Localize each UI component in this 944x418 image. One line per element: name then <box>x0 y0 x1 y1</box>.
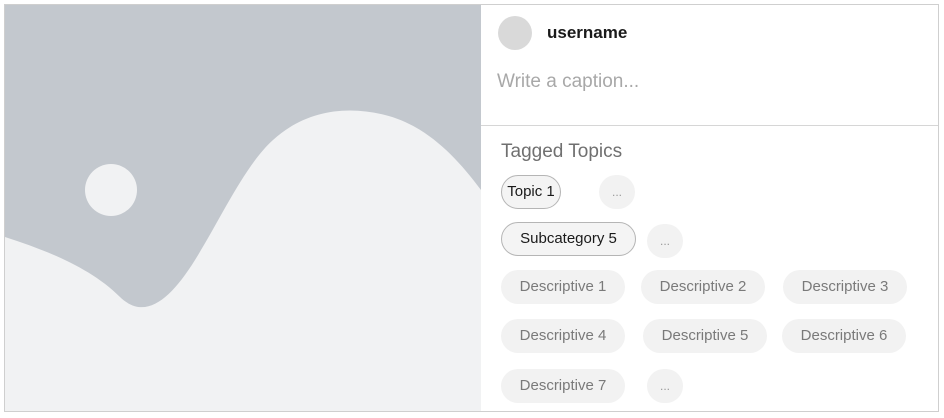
more-subcategories-button[interactable]: ... <box>647 224 683 258</box>
post-details-panel: username Tagged Topics Topic 1 ... Subca… <box>481 5 938 411</box>
descriptive-chip[interactable]: Descriptive 4 <box>501 319 625 353</box>
topic-chip[interactable]: Topic 1 <box>501 175 561 209</box>
descriptive-chip[interactable]: Descriptive 1 <box>501 270 625 304</box>
subcategory-chip[interactable]: Subcategory 5 <box>501 222 636 256</box>
descriptive-chip[interactable]: Descriptive 3 <box>783 270 907 304</box>
image-placeholder <box>5 5 481 411</box>
more-descriptive-button[interactable]: ... <box>647 369 683 403</box>
descriptive-chip[interactable]: Descriptive 2 <box>641 270 765 304</box>
sun-shape <box>85 164 137 216</box>
avatar[interactable] <box>498 16 532 50</box>
descriptive-chip[interactable]: Descriptive 7 <box>501 369 625 403</box>
username[interactable]: username <box>547 23 627 43</box>
post-editor: username Tagged Topics Topic 1 ... Subca… <box>4 4 939 412</box>
more-topics-button[interactable]: ... <box>599 175 635 209</box>
descriptive-chip[interactable]: Descriptive 6 <box>782 319 906 353</box>
mountain-shape <box>5 110 481 411</box>
descriptive-chip[interactable]: Descriptive 5 <box>643 319 767 353</box>
caption-input[interactable] <box>497 71 917 93</box>
post-header: username <box>481 5 938 126</box>
image-placeholder-icon <box>5 110 481 411</box>
tagged-topics-title: Tagged Topics <box>501 141 623 162</box>
